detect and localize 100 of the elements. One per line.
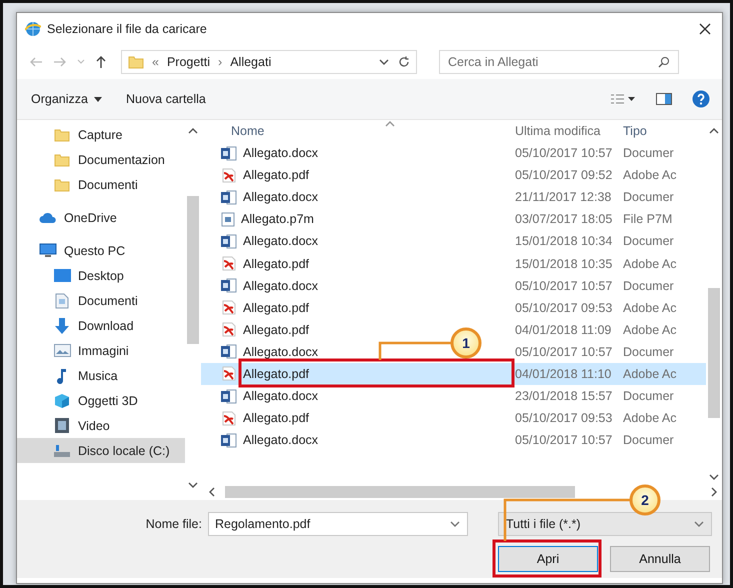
sidebar-item[interactable]: Questo PC: [17, 238, 185, 263]
sidebar-item[interactable]: Video: [17, 413, 185, 438]
modified-date: 15/01/2018 10:35: [515, 256, 614, 271]
file-type: Adobe Ac: [623, 366, 678, 381]
word-file-icon: [221, 388, 237, 404]
sidebar-item-label: OneDrive: [64, 210, 117, 224]
breadcrumb-item[interactable]: Progetti: [166, 55, 210, 69]
folder-icon: [54, 152, 70, 168]
pdf-file-icon: [221, 322, 237, 338]
pdf-file-icon: [221, 256, 237, 272]
word-file-icon: [221, 432, 237, 448]
scrollbar-thumb[interactable]: [708, 288, 720, 418]
file-type: Documer: [623, 146, 675, 160]
folder-icon: [128, 54, 144, 70]
sidebar-item[interactable]: Immagini: [17, 338, 185, 363]
filename-field[interactable]: Regolamento.pdf: [208, 512, 468, 536]
file-type: File P7M: [623, 212, 674, 226]
search-icon[interactable]: [658, 56, 670, 68]
breadcrumb-overflow[interactable]: «: [152, 55, 159, 69]
sidebar-item-label: Desktop: [78, 268, 124, 282]
word-file-icon: [221, 344, 237, 360]
sidebar-item[interactable]: Oggetti 3D: [17, 388, 185, 413]
modified-date: 03/07/2017 18:05: [515, 212, 614, 226]
sidebar-item-label: Oggetti 3D: [78, 394, 138, 408]
word-file-icon: [221, 190, 237, 205]
modified-date: 05/10/2017 10:57: [515, 433, 614, 448]
help-icon[interactable]: [692, 90, 710, 108]
caret-icon: [94, 96, 102, 102]
sidebar-item-label: Musica: [78, 368, 118, 382]
file-type: Adobe Ac: [623, 300, 678, 315]
search-field[interactable]: Cerca in Allegati: [439, 50, 679, 74]
pdf-file-icon: [221, 410, 237, 426]
file-row[interactable]: Allegato.pdf 04/01/2018 11:10 Adobe Ac: [201, 362, 706, 386]
pdf-file-icon: [221, 168, 237, 183]
scrollbar-thumb[interactable]: [187, 196, 199, 344]
cloud-icon: [39, 212, 57, 224]
file-type: Adobe Ac: [623, 322, 678, 337]
sidebar-item[interactable]: Documentazion: [17, 147, 185, 172]
scrollbar-thumb[interactable]: [225, 486, 575, 498]
file-type: Adobe Ac: [623, 256, 678, 271]
close-icon[interactable]: [698, 22, 712, 36]
image-icon: [54, 344, 70, 357]
modified-date: 23/01/2018 15:57: [515, 389, 614, 404]
toolbar-button[interactable]: Nuova cartella: [126, 92, 206, 106]
sidebar-item-label: Questo PC: [64, 244, 126, 258]
modified-date: 05/10/2017 10:57: [515, 146, 614, 160]
file-icon: [221, 212, 235, 227]
file-type-dropdown[interactable]: Tutti i file (*.*): [498, 512, 712, 536]
sidebar-item-label: Disco locale (C:): [78, 444, 170, 458]
file-name: Allegato.pdf: [243, 411, 310, 426]
breadcrumb-separator: ›: [218, 55, 222, 69]
sidebar-item[interactable]: Documenti: [17, 288, 185, 313]
word-file-icon: [221, 234, 237, 249]
file-type: Adobe Ac: [623, 411, 678, 426]
refresh-icon[interactable]: [398, 56, 410, 68]
cube-icon: [54, 392, 70, 408]
modified-date: 05/10/2017 10:57: [515, 344, 614, 359]
modified-date: 05/10/2017 09:52: [515, 168, 614, 182]
file-name: Allegato.pdf: [243, 322, 310, 337]
sidebar-item[interactable]: Musica: [17, 363, 185, 388]
file-name: Allegato.pdf: [243, 256, 310, 271]
sidebar-item[interactable]: Download: [17, 313, 185, 338]
music-note-icon: [56, 368, 68, 384]
file-name: Allegato.docx: [243, 278, 318, 293]
pdf-file-icon: [221, 300, 237, 316]
cancel-button[interactable]: Annulla: [610, 546, 710, 572]
address-bar[interactable]: « Progetti › Allegati: [121, 50, 417, 74]
file-type: Documer: [623, 278, 675, 293]
sidebar-item-label: Documenti: [78, 294, 138, 308]
filename-label: Nome file:: [146, 517, 202, 531]
file-name: Allegato.docx: [243, 190, 318, 204]
window-title: Selezionare il file da caricare: [47, 22, 208, 36]
up-arrow-icon[interactable]: [95, 55, 107, 69]
preview-pane-icon[interactable]: [656, 93, 672, 105]
sidebar-item[interactable]: Documenti: [17, 172, 185, 197]
file-type: Documer: [623, 389, 675, 404]
column-header[interactable]: Tipo: [623, 124, 693, 138]
sidebar-item-label: Download: [78, 318, 134, 332]
sidebar-item[interactable]: Disco locale (C:): [17, 438, 185, 463]
document-icon: [55, 292, 69, 308]
breadcrumb-item[interactable]: Allegati: [230, 55, 272, 69]
file-name: Allegato.pdf: [243, 366, 310, 381]
file-type: Adobe Ac: [623, 168, 678, 182]
sidebar-item[interactable]: Capture: [17, 122, 185, 147]
column-header[interactable]: Ultima modifica: [515, 124, 623, 138]
word-file-icon: [221, 146, 237, 161]
sidebar-item[interactable]: OneDrive: [17, 205, 185, 230]
open-button[interactable]: Apri: [498, 546, 598, 572]
modified-date: 05/10/2017 10:57: [515, 278, 614, 293]
modified-date: 04/01/2018 11:10: [515, 366, 612, 381]
sidebar-item-label: Video: [78, 418, 110, 432]
modified-date: 15/01/2018 10:34: [515, 234, 614, 248]
column-header[interactable]: Nome: [201, 124, 515, 138]
sidebar-item-label: Immagini: [78, 344, 129, 358]
view-options-icon[interactable]: [610, 93, 636, 105]
toolbar-button[interactable]: Organizza: [31, 92, 102, 106]
globe-icon: [25, 21, 41, 37]
sidebar-item-label: Documenti: [78, 178, 138, 192]
sidebar-item[interactable]: Desktop: [17, 263, 185, 288]
file-name: Allegato.pdf: [243, 168, 310, 182]
